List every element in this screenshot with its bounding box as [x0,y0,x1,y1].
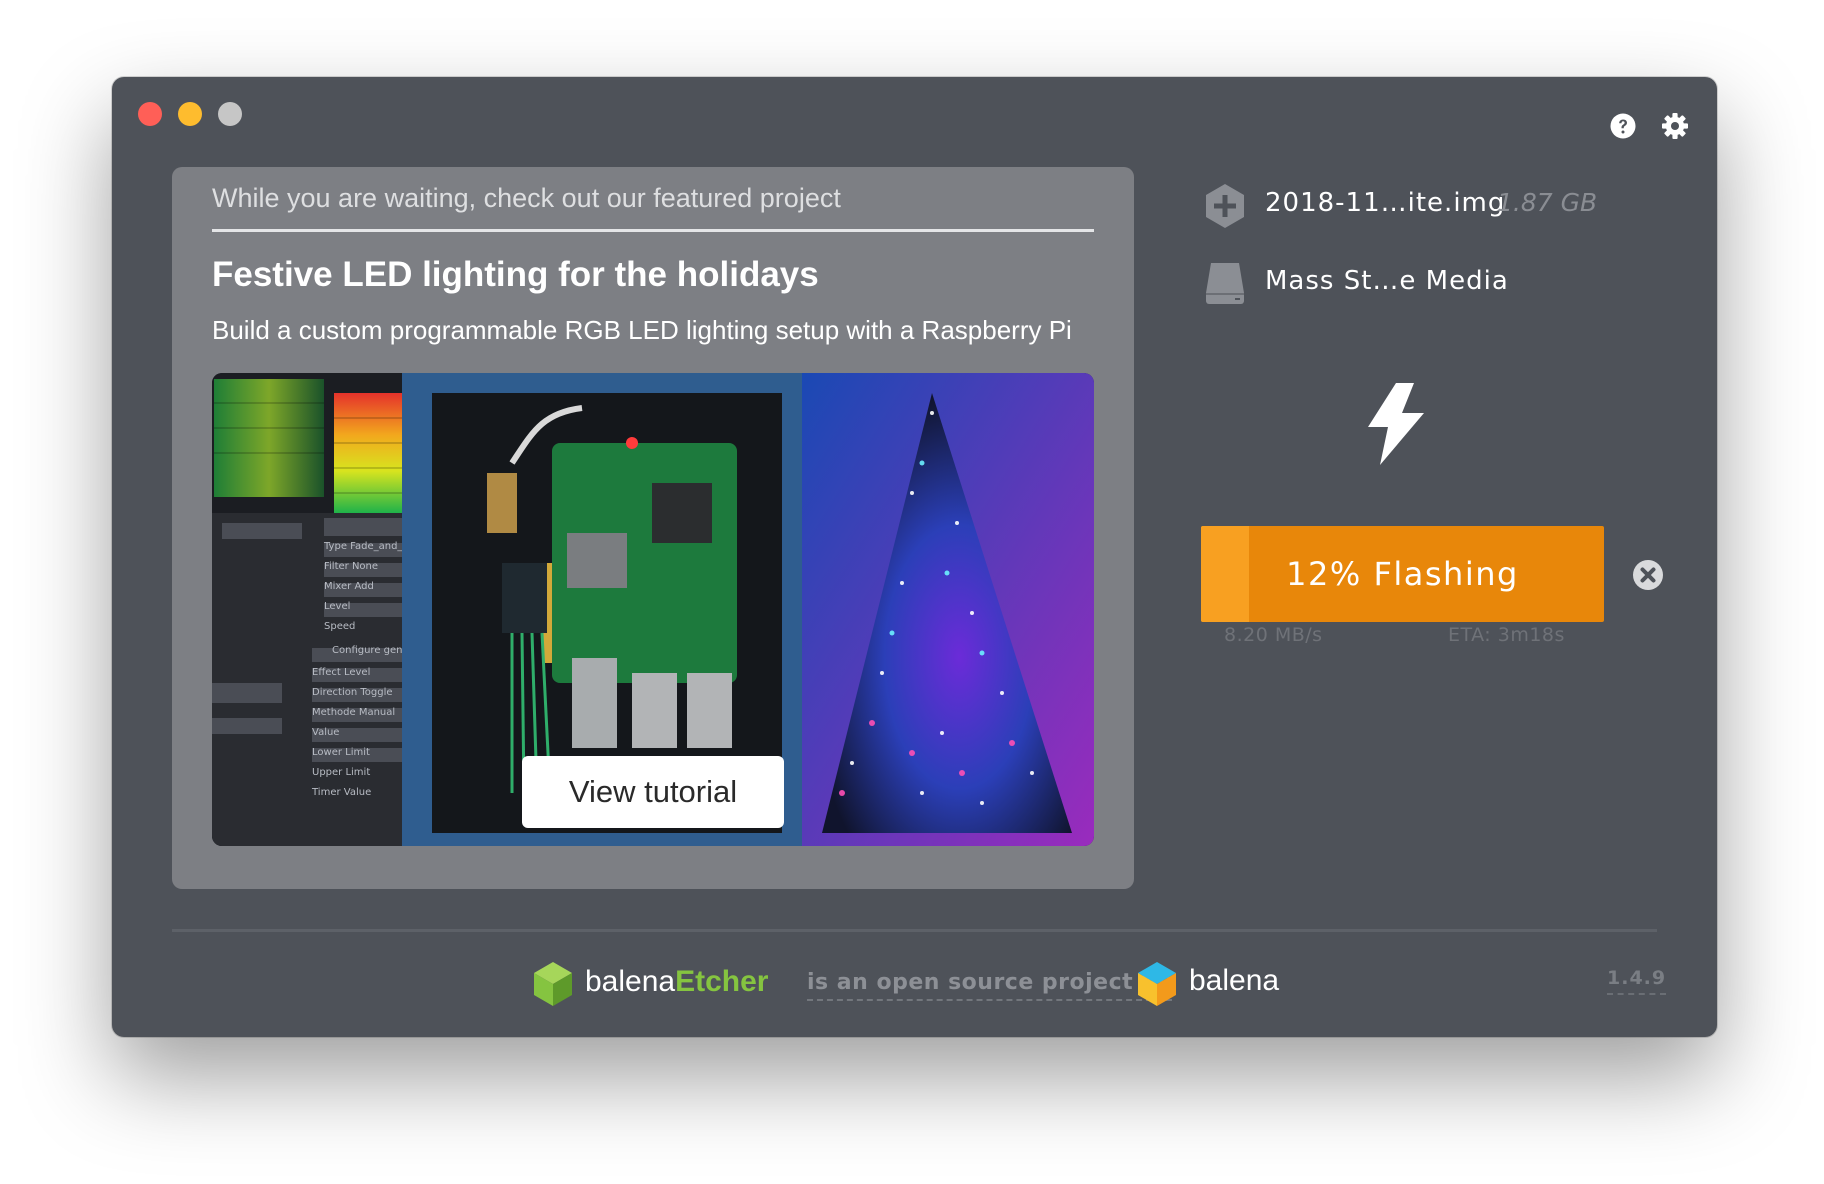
drive-icon [1206,263,1244,304]
svg-text:Mixer Add: Mixer Add [324,581,374,592]
view-tutorial-button[interactable]: View tutorial [522,756,784,828]
source-size: 1.87 GB [1497,188,1598,217]
balena-logo-icon[interactable] [1136,961,1178,1007]
svg-text:Level: Level [324,601,350,612]
featured-project-card: While you are waiting, check out our fea… [172,167,1134,889]
cancel-icon[interactable] [1632,559,1664,591]
flash-speed: 8.20 MB/s [1224,624,1323,646]
app-window: While you are waiting, check out our fea… [112,77,1717,1037]
target-drive-name: Mass St…e Media [1265,266,1509,296]
svg-text:Methode Manual: Methode Manual [312,707,395,718]
etcher-wordmark[interactable]: balenaEtcher [585,965,768,999]
featured-project-image: Type Fade_and_Scr Filter None Mixer Add … [212,373,1094,846]
svg-text:Effect Level: Effect Level [312,667,370,678]
svg-text:Value: Value [312,727,339,738]
card-divider [212,229,1094,232]
svg-text:Filter None: Filter None [324,561,378,572]
svg-text:Timer Value: Timer Value [311,787,371,798]
open-source-link[interactable]: is an open source project by [807,970,1173,1001]
footer: balenaEtcher is an open source project b… [112,957,1717,1017]
help-icon[interactable] [1609,112,1637,140]
balena-wordmark[interactable]: balena [1189,964,1279,998]
featured-tagline: While you are waiting, check out our fea… [212,183,841,213]
image-source-plus-icon [1206,184,1244,228]
maximize-window-button[interactable] [218,102,242,126]
minimize-window-button[interactable] [178,102,202,126]
flash-eta: ETA: 3m18s [1448,624,1565,646]
settings-gear-icon[interactable] [1661,112,1689,140]
progress-label: 12% Flashing [1286,555,1519,593]
svg-text:Lower Limit: Lower Limit [312,747,370,758]
close-window-button[interactable] [138,102,162,126]
featured-title: Festive LED lighting for the holidays [212,255,819,294]
svg-text:Upper Limit: Upper Limit [312,767,370,778]
etcher-prefix: balena [585,965,676,998]
lightning-bolt-icon [1368,383,1424,465]
svg-text:Direction Toggle: Direction Toggle [312,687,393,698]
etcher-suffix: Etcher [675,965,769,998]
featured-description: Build a custom programmable RGB LED ligh… [212,315,1072,345]
svg-text:Speed: Speed [324,621,355,632]
flash-progress-bar[interactable]: 12% Flashing [1201,526,1604,622]
version-label[interactable]: 1.4.9 [1607,967,1667,995]
footer-divider [172,929,1657,932]
etcher-logo-icon[interactable] [532,961,574,1007]
source-filename: 2018-11…ite.img [1265,188,1506,218]
